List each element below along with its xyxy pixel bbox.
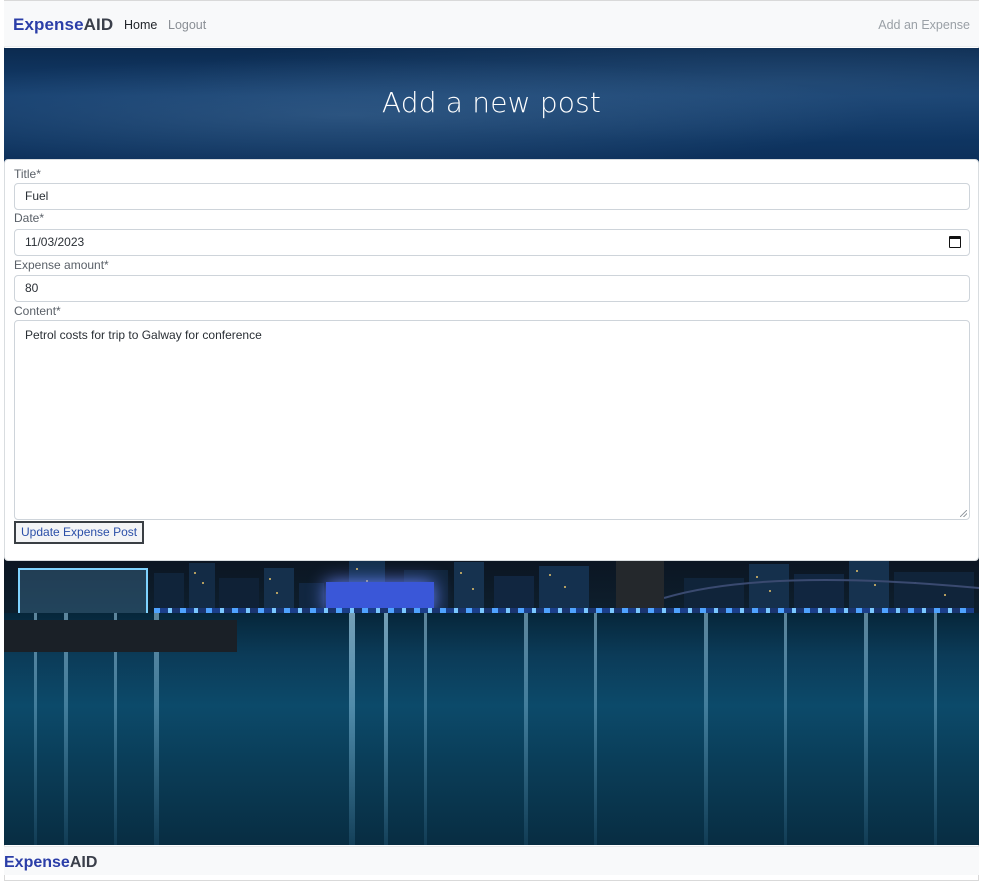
footer: ExpenseAID: [4, 846, 979, 875]
update-expense-post-button[interactable]: Update Expense Post: [14, 521, 145, 544]
top-navbar: ExpenseAID Home Logout Add an Expense: [4, 1, 979, 47]
date-input-value: 11/03/2023: [25, 235, 85, 249]
title-input[interactable]: Fuel: [14, 183, 970, 210]
content-textarea-value: Petrol costs for trip to Galway for conf…: [25, 328, 262, 342]
footer-brand-text-aid: AID: [69, 854, 98, 871]
title-input-value: Fuel: [25, 189, 49, 203]
brand-text-expense: Expense: [13, 15, 84, 34]
amount-input-value: 80: [25, 281, 39, 295]
date-label: Date*: [14, 211, 45, 225]
footer-brand-logo: ExpenseAID: [4, 854, 97, 872]
title-label: Title*: [14, 167, 41, 181]
calendar-icon[interactable]: [949, 236, 961, 248]
pier: [4, 620, 237, 652]
footer-brand-text-expense: Expense: [4, 854, 70, 871]
nav-add-expense-link[interactable]: Add an Expense: [878, 18, 970, 32]
resize-handle-icon[interactable]: [960, 510, 967, 517]
content-label: Content*: [14, 304, 61, 318]
amount-input[interactable]: 80: [14, 275, 970, 302]
content-textarea[interactable]: Petrol costs for trip to Galway for conf…: [14, 320, 970, 520]
nav-logout-link[interactable]: Logout: [168, 18, 206, 32]
brand-logo[interactable]: ExpenseAID: [13, 15, 113, 35]
page-title: Add a new post: [381, 86, 602, 119]
brand-text-aid: AID: [83, 15, 114, 34]
amount-label: Expense amount*: [14, 258, 109, 272]
expense-form: Title* Fuel Date* 11/03/2023 Expense amo…: [4, 159, 979, 561]
nav-home-link[interactable]: Home: [124, 18, 157, 32]
date-input[interactable]: 11/03/2023: [14, 229, 970, 256]
